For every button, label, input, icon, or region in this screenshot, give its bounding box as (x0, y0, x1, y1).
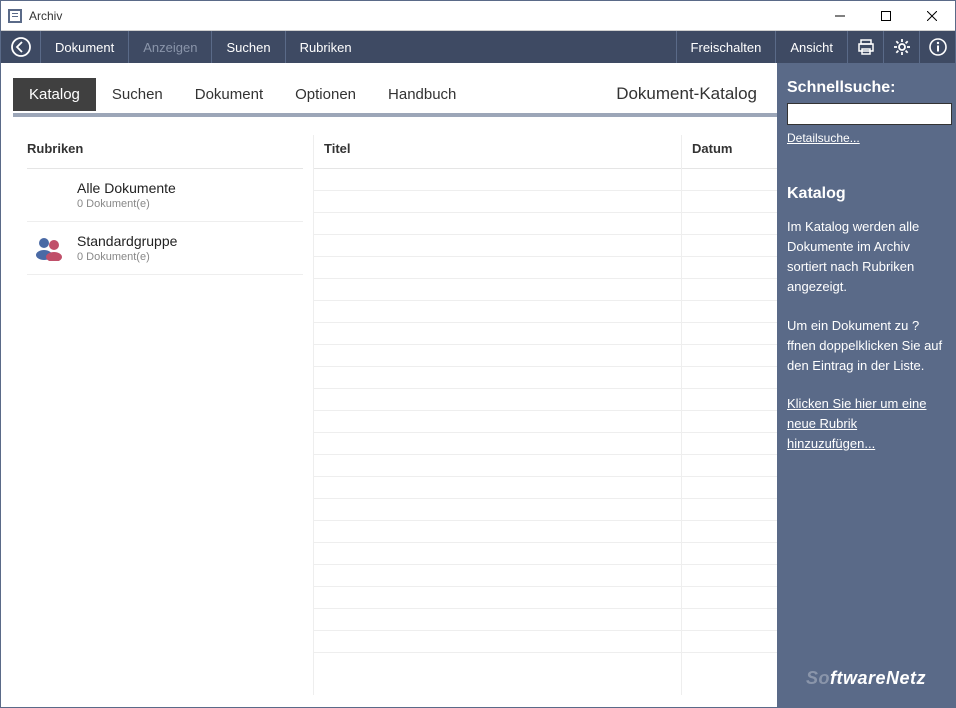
app-icon (7, 8, 23, 24)
table-row[interactable] (682, 631, 777, 653)
table-row[interactable] (314, 587, 681, 609)
rubrik-item[interactable]: Alle Dokumente 0 Dokument(e) (27, 169, 303, 222)
group-icon (31, 230, 67, 266)
brand-rest: ftwareNetz (830, 668, 926, 688)
print-icon[interactable] (847, 31, 883, 63)
table-row[interactable] (682, 499, 777, 521)
table-row[interactable] (314, 521, 681, 543)
table-row[interactable] (682, 169, 777, 191)
menu-item-rubriken[interactable]: Rubriken (286, 31, 366, 63)
menu-item-ansicht[interactable]: Ansicht (775, 31, 847, 63)
table-row[interactable] (314, 543, 681, 565)
column-header-titel: Titel (314, 135, 681, 169)
table-row[interactable] (314, 433, 681, 455)
table-row[interactable] (314, 345, 681, 367)
gear-icon[interactable] (883, 31, 919, 63)
table-row[interactable] (314, 477, 681, 499)
table-row[interactable] (314, 213, 681, 235)
table-row[interactable] (682, 257, 777, 279)
table-row[interactable] (682, 279, 777, 301)
side-panel: Schnellsuche: Los Detailsuche... Katalog… (777, 63, 955, 707)
table-row[interactable] (314, 367, 681, 389)
table-row[interactable] (314, 279, 681, 301)
tab-handbuch[interactable]: Handbuch (372, 78, 472, 111)
menu-item-dokument[interactable]: Dokument (41, 31, 129, 63)
table-row[interactable] (682, 587, 777, 609)
table-row[interactable] (314, 235, 681, 257)
table-row[interactable] (314, 455, 681, 477)
rubrik-item-sub: 0 Dokument(e) (77, 198, 176, 210)
table-row[interactable] (682, 477, 777, 499)
rubrik-item-title: Alle Dokumente (77, 180, 176, 196)
column-header-rubriken: Rubriken (27, 135, 303, 169)
table-row[interactable] (682, 609, 777, 631)
add-rubrik-link[interactable]: Klicken Sie hier um eine neue Rubrik hin… (787, 394, 945, 454)
quicksearch-title: Schnellsuche: (787, 79, 945, 97)
table-row[interactable] (314, 631, 681, 653)
table-row[interactable] (314, 565, 681, 587)
rubrik-item[interactable]: Standardgruppe 0 Dokument(e) (27, 222, 303, 275)
quicksearch-input[interactable] (787, 103, 952, 125)
tab-optionen[interactable]: Optionen (279, 78, 372, 111)
minimize-button[interactable] (817, 1, 863, 31)
table-row[interactable] (314, 411, 681, 433)
table-row[interactable] (314, 191, 681, 213)
table-row[interactable] (682, 191, 777, 213)
titlebar: Archiv (1, 1, 955, 31)
menu-item-anzeigen: Anzeigen (129, 31, 212, 63)
window-title: Archiv (29, 9, 62, 23)
table-row[interactable] (314, 389, 681, 411)
tab-katalog[interactable]: Katalog (13, 78, 96, 111)
rubrik-item-title: Standardgruppe (77, 233, 177, 249)
menubar: DokumentAnzeigenSuchenRubriken Freischal… (1, 31, 955, 63)
table-row[interactable] (682, 565, 777, 587)
tab-underline (13, 113, 777, 117)
back-button[interactable] (1, 31, 41, 63)
table-row[interactable] (314, 257, 681, 279)
brand-faint: So (806, 668, 830, 688)
table-row[interactable] (682, 213, 777, 235)
tab-dokument[interactable]: Dokument (179, 78, 279, 111)
sidepanel-paragraph-1: Im Katalog werden alle Dokumente im Arch… (787, 217, 945, 298)
table-row[interactable] (682, 411, 777, 433)
brand-footer: SoftwareNetz (787, 668, 945, 697)
rubrik-item-sub: 0 Dokument(e) (77, 251, 177, 263)
table-row[interactable] (682, 235, 777, 257)
table-row[interactable] (314, 169, 681, 191)
table-row[interactable] (682, 323, 777, 345)
tab-suchen[interactable]: Suchen (96, 78, 179, 111)
menu-item-freischalten[interactable]: Freischalten (676, 31, 776, 63)
sidepanel-section-title: Katalog (787, 185, 945, 203)
info-icon[interactable] (919, 31, 955, 63)
table-row[interactable] (314, 301, 681, 323)
table-row[interactable] (682, 367, 777, 389)
table-row[interactable] (314, 609, 681, 631)
blank-icon (31, 177, 67, 213)
table-row[interactable] (314, 323, 681, 345)
tab-row: KatalogSuchenDokumentOptionenHandbuch Do… (13, 75, 777, 113)
table-row[interactable] (682, 455, 777, 477)
sidepanel-paragraph-2: Um ein Dokument zu ?ffnen doppelklicken … (787, 316, 945, 376)
table-row[interactable] (682, 433, 777, 455)
maximize-button[interactable] (863, 1, 909, 31)
table-row[interactable] (682, 389, 777, 411)
table-row[interactable] (682, 345, 777, 367)
column-header-datum: Datum (682, 135, 777, 169)
table-row[interactable] (314, 499, 681, 521)
page-title: Dokument-Katalog (616, 84, 777, 104)
table-row[interactable] (682, 521, 777, 543)
close-button[interactable] (909, 1, 955, 31)
menu-item-suchen[interactable]: Suchen (212, 31, 285, 63)
table-row[interactable] (682, 543, 777, 565)
table-row[interactable] (682, 301, 777, 323)
detail-search-link[interactable]: Detailsuche... (787, 131, 945, 145)
